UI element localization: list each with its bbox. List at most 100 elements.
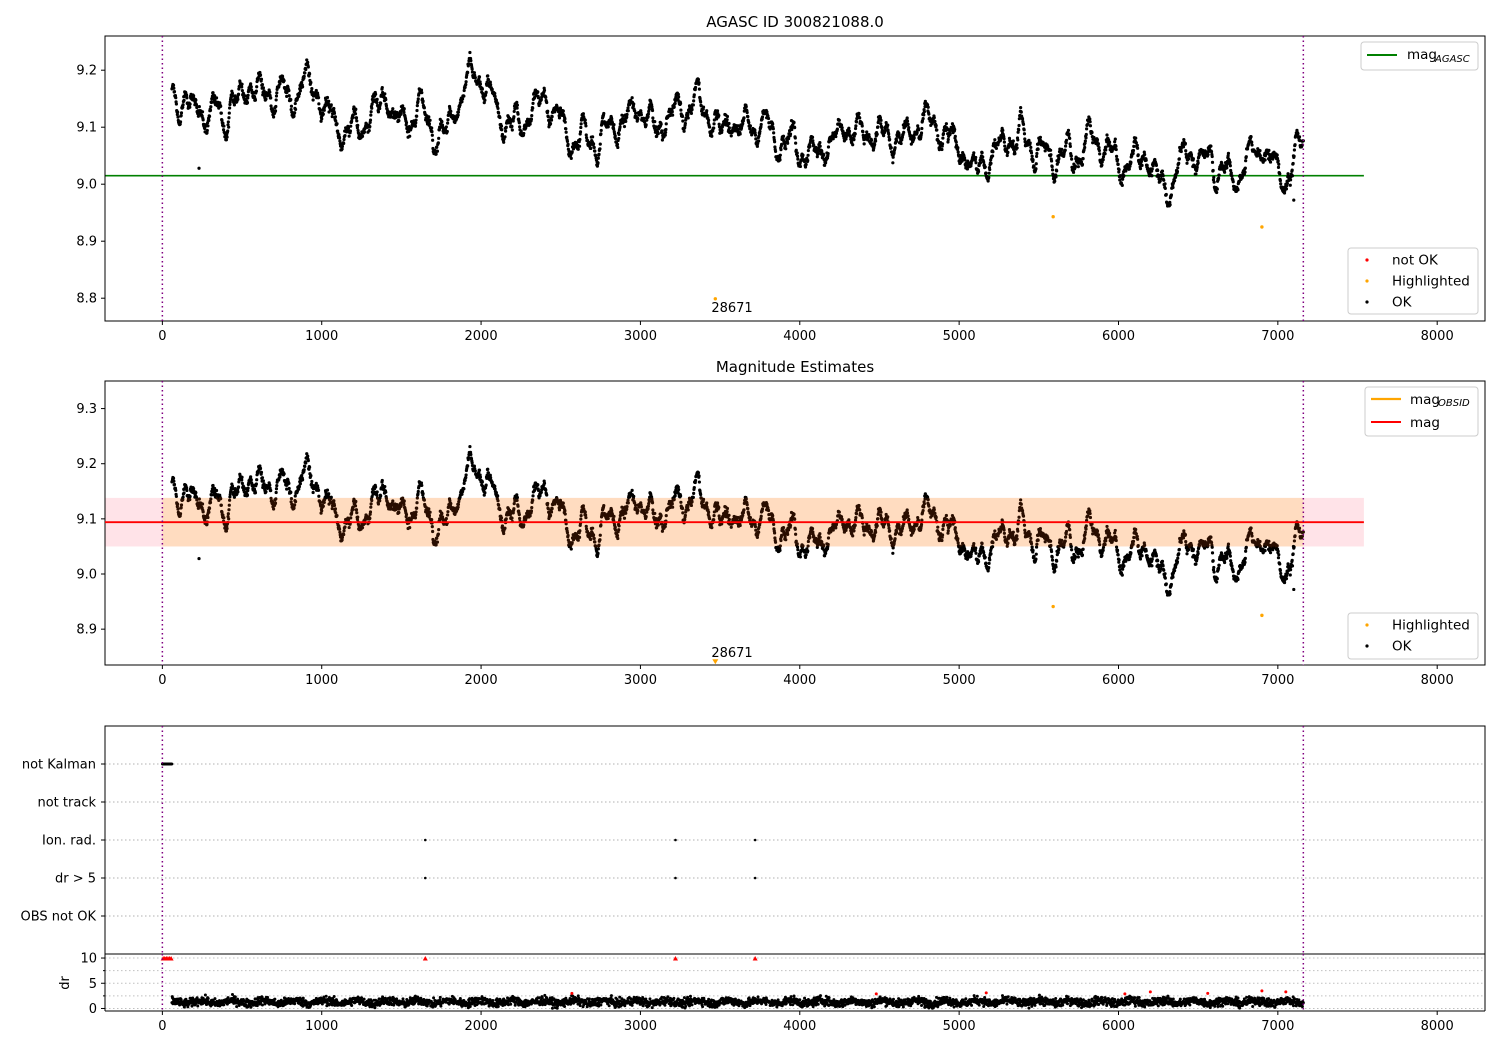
ok-point — [616, 536, 620, 541]
ok-point — [317, 494, 321, 498]
ok-point — [1297, 135, 1302, 139]
ok-point — [356, 515, 360, 519]
ok-point — [664, 130, 668, 135]
ok-point — [522, 523, 526, 527]
ok-point — [1211, 168, 1215, 173]
ok-point — [822, 153, 826, 157]
ok-point — [808, 144, 812, 148]
ok-point — [460, 97, 465, 101]
ok-point — [415, 501, 419, 505]
ok-point — [503, 526, 507, 530]
ok-point — [469, 452, 473, 457]
ok-point — [253, 98, 258, 102]
ok-point — [249, 85, 253, 89]
ok-point — [293, 101, 297, 106]
ok-point — [174, 102, 178, 106]
ok-point — [468, 444, 472, 449]
ok-point — [1288, 178, 1293, 182]
ok-point — [564, 127, 568, 131]
ok-point — [531, 494, 535, 498]
ok-point — [462, 94, 466, 98]
ok-point — [446, 513, 450, 517]
ok-point — [549, 118, 554, 122]
ok-point — [741, 122, 745, 126]
ok-point — [1060, 147, 1064, 152]
ok-point — [274, 98, 278, 102]
ok-point — [895, 139, 899, 143]
ok-point — [826, 152, 830, 156]
ok-point — [416, 489, 420, 494]
ok-point — [464, 473, 468, 477]
ok-point — [368, 516, 372, 520]
ok-point — [862, 142, 866, 146]
ok-point — [502, 531, 506, 536]
ok-point — [274, 497, 278, 501]
ok-point — [651, 116, 655, 120]
ok-point — [415, 496, 419, 500]
ok-point — [194, 491, 198, 495]
ok-point — [624, 511, 628, 515]
ok-point — [887, 132, 891, 136]
ok-point — [577, 144, 582, 148]
ok-point — [988, 167, 992, 172]
ok-point — [758, 129, 762, 134]
ok-point — [1063, 148, 1067, 152]
ok-point — [1212, 180, 1216, 184]
ok-point — [772, 131, 776, 135]
ok-point — [206, 124, 210, 128]
ok-point — [747, 121, 751, 125]
ok-point — [1225, 166, 1229, 170]
ok-point — [292, 114, 296, 118]
ok-point — [512, 115, 516, 119]
ok-point — [548, 513, 553, 517]
ok-point — [329, 495, 333, 499]
ok-point — [516, 504, 520, 508]
ok-point — [380, 478, 384, 483]
ok-point — [632, 102, 636, 106]
ok-point — [596, 551, 600, 555]
ok-point — [944, 122, 948, 126]
ok-point — [456, 110, 461, 114]
ok-point — [1034, 167, 1038, 171]
ok-point — [322, 108, 326, 112]
ok-point — [745, 110, 749, 115]
ok-point — [697, 87, 701, 91]
ok-point — [1064, 138, 1069, 142]
ok-point — [544, 95, 548, 99]
ok-point — [176, 507, 180, 511]
ok-point — [597, 152, 601, 156]
ok-point — [1184, 149, 1188, 153]
ok-point — [428, 118, 432, 122]
ok-point — [486, 74, 490, 78]
ok-point — [902, 130, 906, 134]
ok-point — [354, 508, 359, 512]
ok-point — [1145, 163, 1149, 167]
ok-point — [626, 106, 630, 110]
ok-point — [515, 106, 519, 110]
ok-point — [889, 146, 893, 150]
ok-point — [522, 131, 526, 136]
ok-point — [1285, 181, 1290, 185]
ok-point — [311, 490, 315, 495]
ok-point — [415, 114, 419, 118]
ok-point — [515, 495, 520, 500]
ok-point — [1236, 188, 1240, 192]
ok-point — [370, 106, 374, 110]
ok-point — [879, 118, 883, 122]
ok-point — [310, 86, 314, 91]
ok-point — [304, 67, 308, 72]
ok-point — [948, 132, 952, 136]
ok-point — [1100, 163, 1104, 167]
ok-point — [414, 121, 418, 125]
ok-point — [976, 169, 981, 174]
ok-point — [696, 77, 701, 82]
ok-point — [712, 126, 716, 130]
ok-point — [613, 525, 617, 529]
ok-point — [584, 124, 588, 128]
ok-point — [680, 114, 685, 119]
ok-point — [502, 140, 506, 144]
ok-point — [1291, 161, 1295, 166]
ok-point — [1067, 132, 1071, 136]
ok-point — [727, 126, 731, 130]
ok-point — [1029, 145, 1033, 149]
